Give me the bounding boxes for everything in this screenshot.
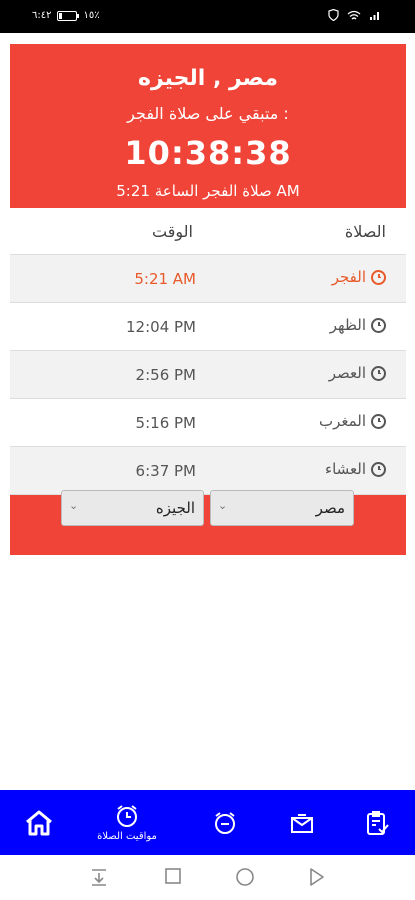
status-bar: ٦:٤٢ ١٥٪ xyxy=(0,0,415,33)
recents-icon[interactable] xyxy=(164,867,182,885)
nav-messages[interactable] xyxy=(287,790,317,855)
home-icon xyxy=(26,810,52,835)
prayer-header: مصر , الجيزه متبقي على صلاة الفجر : 10:3… xyxy=(10,44,406,208)
prayer-time: 2:56 PM xyxy=(10,350,208,399)
column-header-time: الوقت xyxy=(10,208,208,255)
status-time: ٦:٤٢ xyxy=(32,10,52,21)
prayer-time: 12:04 PM xyxy=(10,302,208,351)
home-circle-icon[interactable] xyxy=(235,867,255,887)
prayer-name: الظهر xyxy=(329,316,366,335)
clipboard-check-icon xyxy=(367,810,389,835)
clock-icon xyxy=(371,365,386,381)
nav-prayer-times[interactable]: مواقيت الصلاة xyxy=(88,790,166,855)
alarm-clock-icon xyxy=(117,805,137,827)
prayer-card: مصر , الجيزه متبقي على صلاة الفجر : 10:3… xyxy=(10,44,406,555)
nav-prayer-times-label: مواقيت الصلاة xyxy=(97,831,157,842)
country-select[interactable]: مصر ⌄ xyxy=(210,490,354,526)
bottom-navigation: مواقيت الصلاة xyxy=(0,790,415,855)
prayer-times-table: الوقت الصلاة 5:21 AM الفجر 12:04 PM الظه… xyxy=(10,208,406,495)
remaining-label: متبقي على صلاة الفجر : xyxy=(127,104,289,123)
download-icon[interactable] xyxy=(90,867,108,887)
nav-tasks[interactable] xyxy=(361,790,393,855)
clock-icon xyxy=(371,461,386,477)
prayer-name: الفجر xyxy=(331,268,366,287)
location-selectors: الجيزه ⌄ مصر ⌄ xyxy=(10,481,406,555)
nav-alarm[interactable] xyxy=(210,790,240,855)
country-select-value: مصر xyxy=(315,499,345,517)
signal-icon xyxy=(370,11,379,20)
prayer-name: المغرب xyxy=(318,412,366,431)
shield-icon xyxy=(328,9,339,21)
clock-icon xyxy=(371,269,386,285)
battery-icon xyxy=(57,10,80,21)
clock-icon xyxy=(371,413,386,429)
chevron-down-icon: ⌄ xyxy=(69,499,79,512)
prayer-time: 5:21 AM xyxy=(10,254,208,303)
clock-icon xyxy=(371,317,386,333)
prayer-name: العصر xyxy=(328,364,366,383)
table-row: 2:56 PM العصر xyxy=(10,350,406,399)
system-navigation-bar xyxy=(0,855,415,900)
prayer-time: 5:16 PM xyxy=(10,398,208,447)
countdown-timer: 10:38:38 xyxy=(124,134,292,172)
next-prayer-line: صلاة الفجر الساعة 5:21 AM xyxy=(116,182,300,200)
nav-home[interactable] xyxy=(22,790,56,855)
back-icon[interactable] xyxy=(308,867,326,887)
table-row: 5:21 AM الفجر xyxy=(10,254,406,303)
prayer-name: العشاء xyxy=(325,460,366,479)
chevron-down-icon: ⌄ xyxy=(218,499,228,512)
city-select-value: الجيزه xyxy=(155,499,195,517)
wifi-icon xyxy=(347,10,361,19)
city-select[interactable]: الجيزه ⌄ xyxy=(61,490,204,526)
column-header-prayer: الصلاة xyxy=(208,208,406,255)
city-title: مصر , الجيزه xyxy=(138,66,278,91)
table-header-row: الوقت الصلاة xyxy=(10,208,406,255)
battery-percent: ١٥٪ xyxy=(83,10,100,21)
alarm-icon xyxy=(215,811,235,834)
envelope-icon xyxy=(291,813,313,833)
table-row: 12:04 PM الظهر xyxy=(10,302,406,351)
table-row: 5:16 PM المغرب xyxy=(10,398,406,447)
